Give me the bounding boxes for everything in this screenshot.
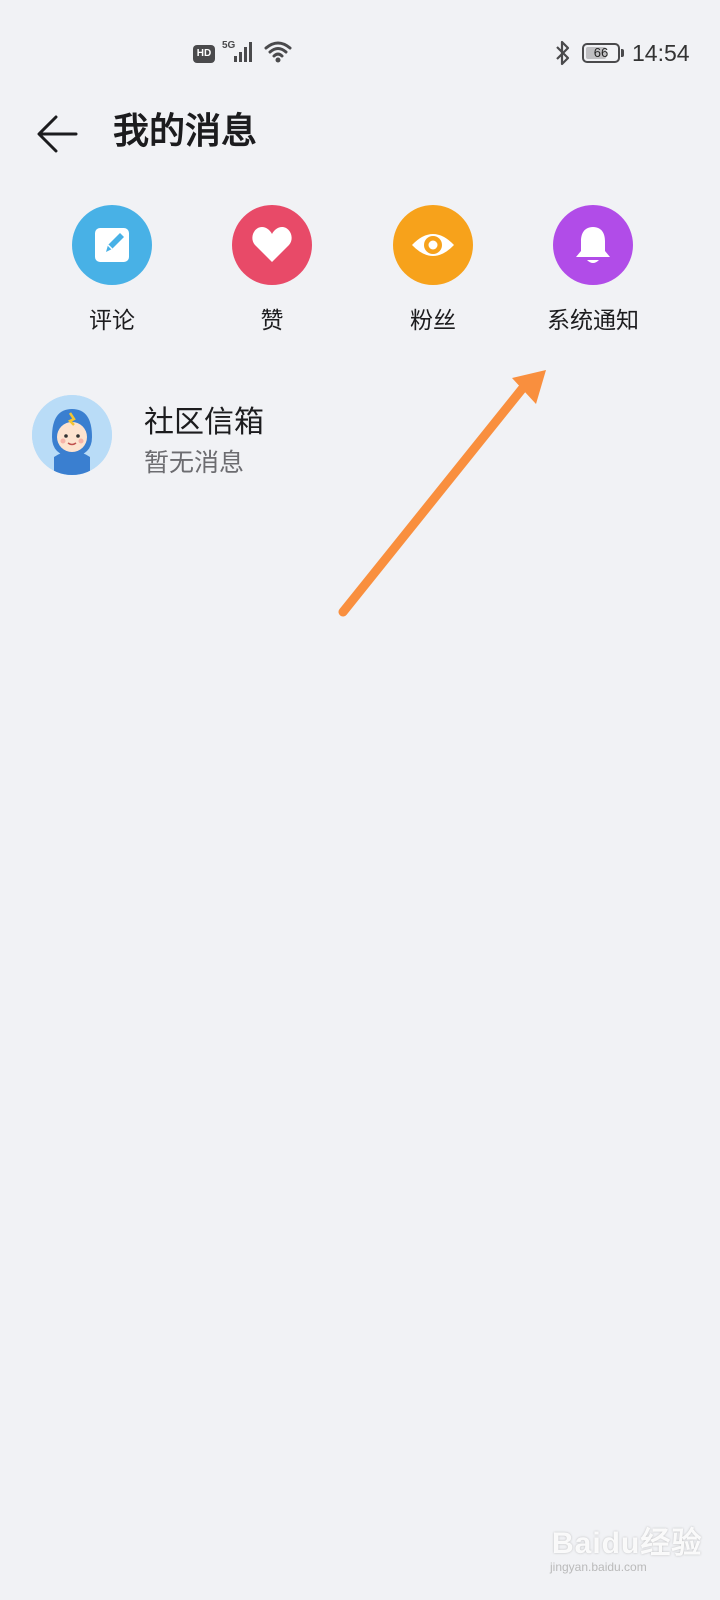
category-comments[interactable]: 评论 (47, 205, 177, 335)
bell-icon (576, 227, 610, 263)
arrow-left-icon (37, 115, 78, 153)
wifi-icon (264, 41, 292, 63)
category-label: 评论 (89, 308, 135, 334)
category-label: 赞 (260, 308, 284, 334)
battery-icon: 66 (582, 43, 620, 63)
hd-badge: HD (193, 45, 215, 63)
eye-icon (412, 234, 454, 256)
category-system-notifications[interactable]: 系统通知 (528, 205, 658, 335)
category-label: 粉丝 (410, 308, 456, 334)
battery-cap (621, 49, 624, 57)
battery-level: 66 (593, 45, 609, 60)
like-button-icon (232, 205, 312, 285)
edit-icon (95, 228, 129, 262)
category-label: 系统通知 (547, 308, 639, 334)
status-bar: HD 5G 66 14:54 (0, 0, 720, 100)
heart-icon (252, 227, 292, 262)
avatar-icon (32, 395, 112, 475)
category-likes[interactable]: 赞 (207, 205, 337, 335)
bluetooth-icon (556, 40, 570, 66)
mailbox-subtitle: 暂无消息 (144, 448, 245, 477)
watermark-text: Baidu经验 (552, 1527, 703, 1560)
comment-button-icon (72, 205, 152, 285)
back-button[interactable] (30, 106, 86, 162)
category-fans[interactable]: 粉丝 (368, 205, 498, 335)
page-title: 我的消息 (113, 111, 258, 152)
screen: HD 5G 66 14:54 我的消息 评论 赞 粉丝 系统通知 社区信箱 暂无… (0, 0, 720, 1600)
watermark-logo: Baidu经验 jingyan.baidu.com (548, 1518, 708, 1588)
status-time: 14:54 (632, 40, 690, 66)
signal-icon (234, 42, 252, 62)
notification-button-icon (553, 205, 633, 285)
watermark-url: jingyan.baidu.com (550, 1560, 647, 1574)
mailbox-title: 社区信箱 (144, 405, 264, 440)
category-bar: 评论 赞 粉丝 系统通知 (0, 205, 720, 345)
community-mailbox-item[interactable]: 社区信箱 暂无消息 (0, 395, 720, 485)
fans-button-icon (393, 205, 473, 285)
